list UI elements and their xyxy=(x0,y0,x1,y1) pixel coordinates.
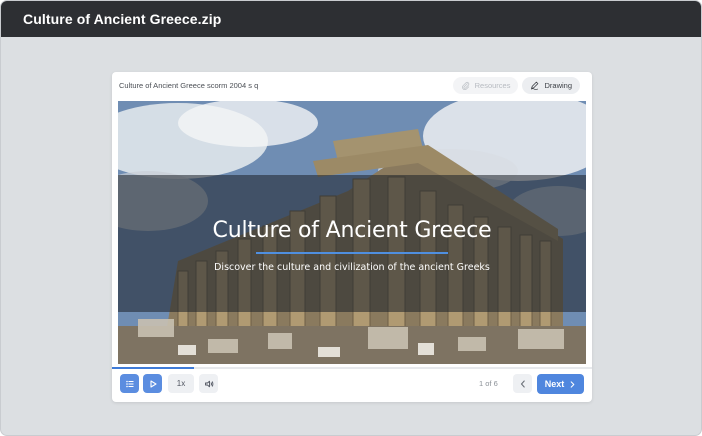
list-icon xyxy=(125,380,133,387)
volume-icon xyxy=(204,380,213,387)
drawing-button[interactable]: Drawing xyxy=(522,76,580,94)
next-button[interactable]: Next xyxy=(537,374,584,394)
drawing-label: Drawing xyxy=(544,80,572,90)
slide-title: Culture of Ancient Greece xyxy=(212,218,492,243)
chevron-left-icon xyxy=(520,379,525,388)
player-header: Culture of Ancient Greece scorm 2004 s q… xyxy=(112,72,592,98)
progress-bar[interactable] xyxy=(112,367,592,369)
scorm-player: Culture of Ancient Greece scorm 2004 s q… xyxy=(112,72,592,402)
resources-label: Resources xyxy=(474,80,511,90)
chevron-right-icon xyxy=(570,380,575,388)
volume-button[interactable] xyxy=(199,374,218,393)
pen-icon xyxy=(531,81,539,90)
window-title: Culture of Ancient Greece.zip xyxy=(23,11,222,27)
player-controls: 1x 1 of 6 Next xyxy=(112,374,592,398)
speed-button[interactable]: 1x xyxy=(168,374,194,393)
resources-button[interactable]: Resources xyxy=(452,76,519,94)
slide-canvas: Culture of Ancient Greece Discover the c… xyxy=(118,101,586,364)
slide-subtitle: Discover the culture and civilization of… xyxy=(214,262,490,273)
header-actions: Resources Drawing xyxy=(452,76,580,94)
paperclip-icon xyxy=(461,81,469,90)
outline-button[interactable] xyxy=(120,374,139,393)
title-overlay xyxy=(118,175,586,312)
speed-label: 1x xyxy=(176,379,186,388)
play-icon xyxy=(149,379,157,388)
course-name: Culture of Ancient Greece scorm 2004 s q xyxy=(119,80,259,90)
title-bar: Culture of Ancient Greece.zip xyxy=(1,1,701,37)
progress-fill xyxy=(112,367,194,369)
app-window: Culture of Ancient Greece.zip Culture of… xyxy=(0,0,702,436)
title-underline xyxy=(256,252,448,254)
page-counter: 1 of 6 xyxy=(479,379,498,388)
next-label: Next xyxy=(544,379,565,389)
previous-button[interactable] xyxy=(513,374,532,393)
play-button[interactable] xyxy=(143,374,162,393)
